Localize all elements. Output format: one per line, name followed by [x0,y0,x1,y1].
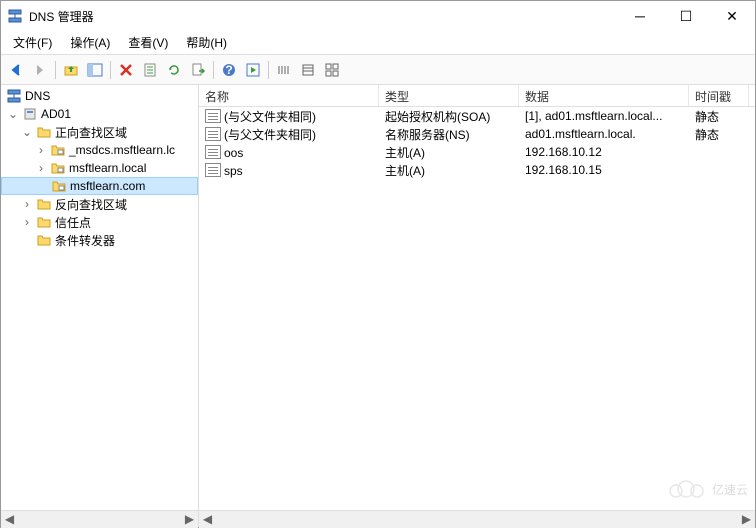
back-button[interactable] [5,59,27,81]
collapse-icon[interactable]: ⌄ [7,107,19,121]
tree-label: 信任点 [55,214,91,231]
maximize-button[interactable]: ☐ [663,1,709,31]
list-panel[interactable]: 名称 类型 数据 时间戳 (与父文件夹相同)起始授权机构(SOA)[1], ad… [199,85,755,510]
tree-label: AD01 [41,107,71,121]
list-row[interactable]: (与父文件夹相同)起始授权机构(SOA)[1], ad01.msftlearn.… [199,107,755,125]
folder-icon [36,196,52,212]
zone-icon [51,178,67,194]
tree-label: msftlearn.com [70,179,145,193]
collapse-icon[interactable]: ⌄ [21,125,33,139]
tree-reverse-zones[interactable]: › 反向查找区域 [1,195,198,213]
tree-forward-zones[interactable]: ⌄ 正向查找区域 [1,123,198,141]
scroll-track[interactable] [216,511,738,528]
server-icon [22,106,38,122]
up-button[interactable] [60,59,82,81]
record-icon [205,127,221,141]
tree-zone-item-selected[interactable]: msftlearn.com [1,177,198,195]
folder-icon [36,124,52,140]
tree-zone-item[interactable]: › msftlearn.local [1,159,198,177]
col-name[interactable]: 名称 [199,85,379,106]
list-row[interactable]: oos主机(A)192.168.10.12 [199,143,755,161]
tree-trust-points[interactable]: › 信任点 [1,213,198,231]
properties-button[interactable] [139,59,161,81]
expand-icon[interactable]: › [35,161,47,175]
tree-label: 条件转发器 [55,232,115,249]
close-button[interactable]: ✕ [709,1,755,31]
scroll-right-button[interactable]: ▶ [738,511,755,528]
record-icon [205,163,221,177]
window-title: DNS 管理器 [29,8,617,25]
dns-icon [6,88,22,104]
delete-button[interactable] [115,59,137,81]
menu-action[interactable]: 操作(A) [62,32,118,53]
expand-icon[interactable]: › [21,215,33,229]
menubar: 文件(F) 操作(A) 查看(V) 帮助(H) [1,31,755,55]
tree-label: msftlearn.local [69,161,146,175]
list-row[interactable]: (与父文件夹相同)名称服务器(NS)ad01.msftlearn.local.静… [199,125,755,143]
scroll-left-button[interactable]: ◀ [199,511,216,528]
zone-icon [50,142,66,158]
col-data[interactable]: 数据 [519,85,689,106]
expand-icon[interactable]: › [35,143,47,157]
tree-label: 反向查找区域 [55,196,127,213]
col-ts[interactable]: 时间戳 [689,85,749,106]
menu-file[interactable]: 文件(F) [5,32,60,53]
list1-button[interactable] [273,59,295,81]
forward-button[interactable] [29,59,51,81]
toolbar: ? [1,55,755,85]
zone-icon [50,160,66,176]
show-hide-tree-button[interactable] [84,59,106,81]
col-type[interactable]: 类型 [379,85,519,106]
help-button[interactable]: ? [218,59,240,81]
tree-server[interactable]: ⌄ AD01 [1,105,198,123]
export-button[interactable] [187,59,209,81]
list-header: 名称 类型 数据 时间戳 [199,85,755,107]
tree-label: 正向查找区域 [55,124,127,141]
folder-icon [36,214,52,230]
tree-label: _msdcs.msftlearn.lc [69,143,175,157]
menu-help[interactable]: 帮助(H) [178,32,235,53]
app-icon [7,8,23,24]
bottom-scrollbars: ◀ ▶ ◀ ▶ [1,510,755,527]
minimize-button[interactable]: ─ [617,1,663,31]
record-icon [205,145,221,159]
tree-zone-item[interactable]: › _msdcs.msftlearn.lc [1,141,198,159]
scroll-track[interactable] [18,511,181,528]
svg-text:?: ? [225,63,232,77]
action1-button[interactable] [242,59,264,81]
tree-label: DNS [25,89,50,103]
tree-cond-forwarders[interactable]: 条件转发器 [1,231,198,249]
scroll-left-button[interactable]: ◀ [1,511,18,528]
titlebar: DNS 管理器 ─ ☐ ✕ [1,1,755,31]
tree-root-dns[interactable]: DNS [1,87,198,105]
refresh-button[interactable] [163,59,185,81]
expand-icon[interactable]: › [21,197,33,211]
list-row[interactable]: sps主机(A)192.168.10.15 [199,161,755,179]
tree-panel[interactable]: DNS ⌄ AD01 ⌄ 正向查找区域 › _msdcs.msftlearn.l… [1,85,199,510]
list2-button[interactable] [297,59,319,81]
scroll-right-button[interactable]: ▶ [181,511,198,528]
list3-button[interactable] [321,59,343,81]
menu-view[interactable]: 查看(V) [120,32,176,53]
record-icon [205,109,221,123]
folder-icon [36,232,52,248]
